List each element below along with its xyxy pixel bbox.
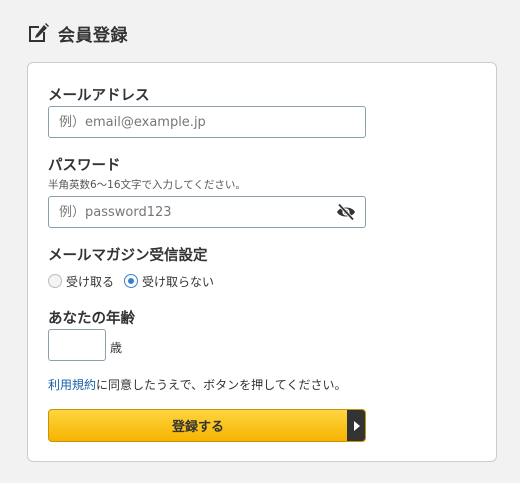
radio-label: 受け取らない [142, 274, 215, 289]
edit-icon [26, 21, 50, 45]
password-hint: 半角英数6〜16文字で入力してください。 [48, 179, 246, 191]
radio-label: 受け取る [66, 274, 115, 289]
radio-button[interactable] [48, 274, 62, 288]
newsletter-label: メールマガジン受信設定 [48, 248, 208, 264]
newsletter-options: 受け取る 受け取らない [48, 273, 224, 289]
password-label: パスワード [48, 158, 121, 174]
register-button-label: 登録する [171, 420, 224, 435]
terms-text: に同意したうえで、ボタンを押してください。 [96, 378, 347, 392]
newsletter-option-receive[interactable]: 受け取る [48, 273, 114, 290]
terms-link[interactable]: 利用規約 [48, 378, 96, 392]
email-field[interactable] [48, 106, 366, 138]
page-title: 会員登録 [58, 25, 128, 46]
registration-form: メールアドレス パスワード 半角英数6〜16文字で入力してください。 メールマガ… [27, 62, 497, 462]
newsletter-option-decline[interactable]: 受け取らない [124, 273, 214, 290]
register-button[interactable]: 登録する [48, 409, 366, 442]
arrow-right-icon [347, 410, 365, 441]
password-field-wrapper [48, 196, 366, 228]
age-unit: 歳 [110, 341, 123, 355]
email-label: メールアドレス [48, 88, 150, 104]
page-header: 会員登録 [26, 20, 128, 46]
password-field[interactable] [48, 196, 366, 228]
terms-notice: 利用規約に同意したうえで、ボタンを押してください。 [48, 376, 346, 393]
eye-off-icon[interactable] [336, 203, 356, 221]
age-field[interactable] [48, 329, 106, 361]
age-label: あなたの年齢 [48, 311, 135, 327]
radio-button-checked[interactable] [124, 274, 139, 288]
